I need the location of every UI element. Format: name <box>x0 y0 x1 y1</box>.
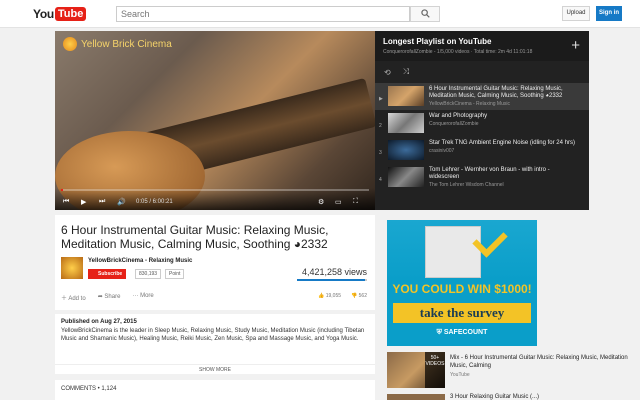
add-to-label: Add to <box>68 296 86 302</box>
comments-header: COMMENTS • 1,124 <box>55 380 375 400</box>
view-count: 4,421,258 views <box>301 267 367 277</box>
recommendation-title[interactable]: 3 Hour Relaxing Guitar Music (...) <box>450 394 539 400</box>
mix-badge: 50+ VIDEOS <box>425 352 445 388</box>
playlist-item-title: Star Trek TNG Ambient Engine Noise (idli… <box>429 140 575 146</box>
fullscreen-icon[interactable]: ⛶ <box>353 198 358 206</box>
sign-in-button[interactable]: Sign in <box>596 6 622 21</box>
subscribe-button[interactable]: Subscribe <box>88 269 127 279</box>
loop-icon[interactable]: ⟲ <box>384 68 391 77</box>
description-text: YellowBrickCinema is the leader in Sleep… <box>61 328 365 342</box>
ad-headline: YOU COULD WIN $1000! <box>392 282 532 296</box>
playlist-item-title: 6 Hour Instrumental Guitar Music: Relaxi… <box>429 86 563 99</box>
like-button[interactable]: 👍 19,055 <box>318 293 341 299</box>
theater-mode-icon[interactable]: ▭ <box>335 198 342 206</box>
subscriber-count: 830,193 <box>135 269 162 279</box>
channel-sun-icon <box>63 37 77 51</box>
channel-name[interactable]: YellowBrickCinema - Relaxing Music <box>88 258 192 264</box>
playlist-item-channel: ConquerorofallZombie <box>429 121 479 127</box>
channel-watermark[interactable]: Yellow Brick Cinema <box>63 37 172 51</box>
playlist-item-number: 2 <box>379 123 382 129</box>
recommendation-title: Mix - 6 Hour Instrumental Guitar Music: … <box>450 355 628 369</box>
show-more-button[interactable]: SHOW MORE <box>55 364 375 374</box>
logo-you: You <box>33 7 54 21</box>
dislike-count: 562 <box>358 293 367 299</box>
next-icon[interactable]: ⏭ <box>99 198 105 206</box>
video-info: 6 Hour Instrumental Guitar Music: Relaxi… <box>55 215 375 310</box>
top-bar: You Tube Search Upload Sign in <box>0 0 640 28</box>
channel-avatar[interactable] <box>61 257 83 279</box>
search-input[interactable]: Search <box>116 6 410 22</box>
playlist-panel: Longest Playlist on YouTube Conquerorofa… <box>375 31 589 210</box>
progress-bar[interactable] <box>61 189 369 191</box>
more-label: More <box>140 293 154 299</box>
sentiment-bar <box>297 279 367 281</box>
playlist-item-channel: YellowBrickCinema - Relaxing Music <box>429 101 510 107</box>
more-button[interactable]: ··· More <box>132 293 153 302</box>
playlist-item[interactable]: 3 Star Trek TNG Ambient Engine Noise (id… <box>375 137 589 164</box>
playlist-item-channel: The Tom Lehrer Wisdom Channel <box>429 182 504 188</box>
add-to-button[interactable]: ＋ Add to <box>61 293 86 302</box>
playlist-title[interactable]: Longest Playlist on YouTube <box>383 37 581 46</box>
shuffle-icon[interactable]: ⤨ <box>403 67 409 77</box>
ad-brand: ⛨ SAFECOUNT <box>436 329 488 336</box>
playlist-item-title: Tom Lehrer - Wernher von Braun - with in… <box>429 167 550 180</box>
playlist-item-number: 4 <box>379 177 382 183</box>
like-count: 19,055 <box>325 293 342 299</box>
survey-ad[interactable]: YOU COULD WIN $1000! take the survey ⛨ S… <box>387 220 537 346</box>
recommendation-item[interactable]: 50+ VIDEOS Mix - 6 Hour Instrumental Gui… <box>387 352 628 392</box>
sentiment-fill <box>297 279 365 281</box>
channel-watermark-text: Yellow Brick Cinema <box>81 38 172 50</box>
search-icon <box>421 9 430 18</box>
youtube-logo[interactable]: You Tube <box>33 7 87 21</box>
playlist-meta: ConquerorofallZombie - 1/5,000 videos · … <box>383 49 533 55</box>
progress-fill <box>61 189 63 191</box>
description-box: Published on Aug 27, 2015 YellowBrickCin… <box>55 314 375 374</box>
playlist-tools: ⟲ ⤨ <box>375 61 589 83</box>
recommendation-channel: YouTube <box>450 372 470 378</box>
playlist-item-thumbnail <box>388 86 424 106</box>
play-icon[interactable]: ▶ <box>81 198 86 206</box>
playlist-item[interactable]: ▶ 6 Hour Instrumental Guitar Music: Rela… <box>375 83 589 110</box>
add-playlist-icon[interactable]: + <box>571 37 580 54</box>
settings-gear-icon[interactable]: ⚙ <box>318 198 324 206</box>
playlist-item-channel: crasiniv007 <box>429 148 455 154</box>
playlist-item-thumbnail <box>388 113 424 133</box>
ad-document-icon <box>425 226 481 278</box>
share-button[interactable]: ➦ Share <box>98 293 121 302</box>
playlist-item-thumbnail <box>388 167 424 187</box>
playlist-item-thumbnail <box>388 140 424 160</box>
video-actions: ＋ Add to ➦ Share ··· More <box>61 293 154 302</box>
ad-cta[interactable]: take the survey <box>393 303 531 323</box>
upload-button[interactable]: Upload <box>562 6 590 21</box>
playlist-item[interactable]: 4 Tom Lehrer - Wernher von Braun - with … <box>375 164 589 191</box>
publish-date: Published on Aug 27, 2015 <box>61 319 137 325</box>
video-title: 6 Hour Instrumental Guitar Music: Relaxi… <box>61 223 329 251</box>
volume-icon[interactable]: 🔊 <box>117 198 126 206</box>
logo-tube: Tube <box>54 7 87 21</box>
like-dislike: 👍 19,055 👎 562 <box>318 293 367 299</box>
dislike-button[interactable]: 👎 562 <box>351 293 367 299</box>
recommendation-thumbnail[interactable] <box>387 394 445 400</box>
point-button[interactable]: Point <box>165 269 185 279</box>
search-button[interactable] <box>410 6 440 22</box>
video-player[interactable]: Yellow Brick Cinema ⏮ ▶ ⏭ 🔊 0:05 / 6:00:… <box>55 31 375 210</box>
playlist-item-number: 3 <box>379 150 382 156</box>
playlist-header: Longest Playlist on YouTube Conquerorofa… <box>375 31 589 61</box>
share-label: Share <box>104 294 121 300</box>
playlist-item[interactable]: 2 War and Photography ConquerorofallZomb… <box>375 110 589 137</box>
time-display: 0:05 / 6:00:21 <box>136 199 173 205</box>
playlist-item-number: ▶ <box>379 96 383 102</box>
playlist-item-title: War and Photography <box>429 113 488 119</box>
previous-icon[interactable]: ⏮ <box>63 198 69 206</box>
